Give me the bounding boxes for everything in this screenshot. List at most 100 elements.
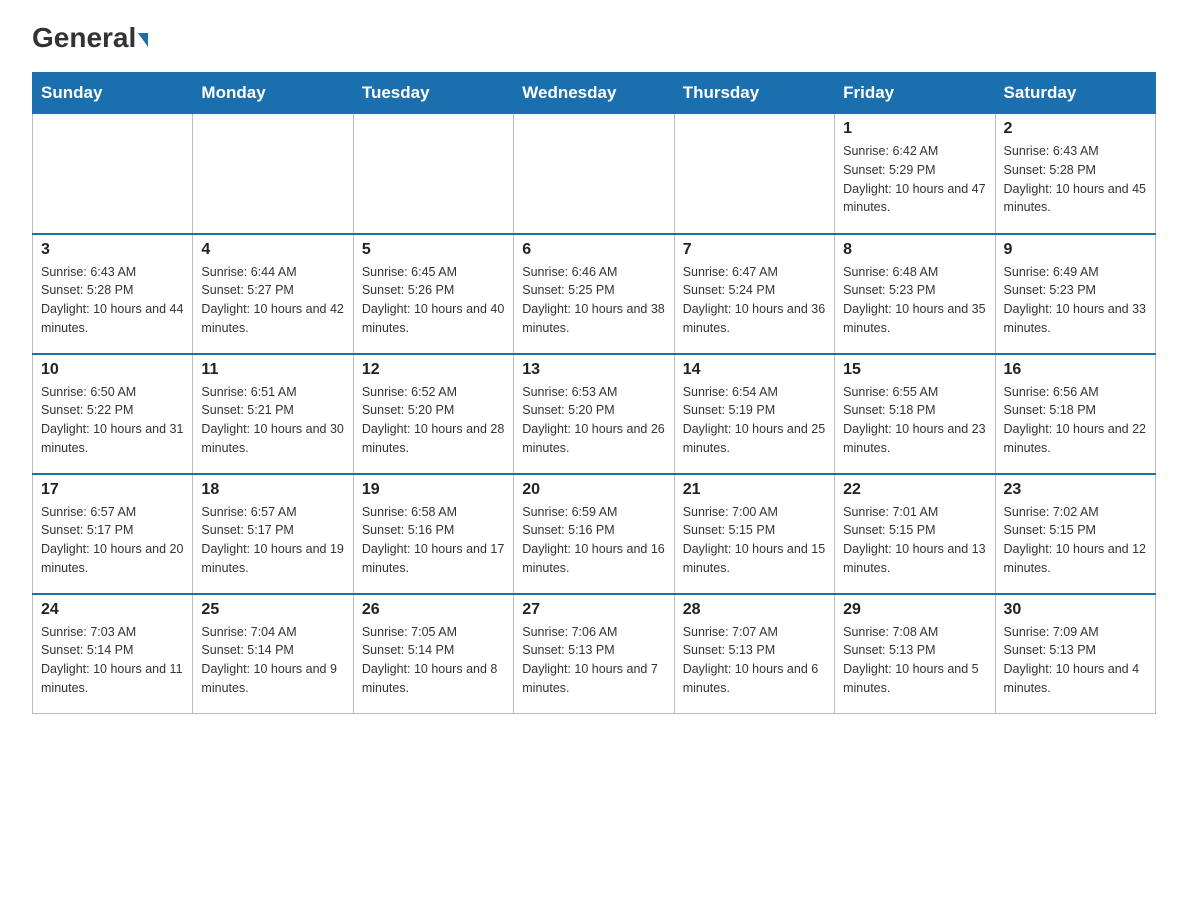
day-number: 22 <box>843 481 986 499</box>
day-info: Sunrise: 6:47 AMSunset: 5:24 PMDaylight:… <box>683 263 826 338</box>
calendar-cell: 18 Sunrise: 6:57 AMSunset: 5:17 PMDayligh… <box>193 474 353 594</box>
calendar-cell: 24 Sunrise: 7:03 AMSunset: 5:14 PMDayligh… <box>33 594 193 714</box>
day-number: 11 <box>201 361 344 379</box>
calendar-cell: 12 Sunrise: 6:52 AMSunset: 5:20 PMDayligh… <box>353 354 513 474</box>
calendar-cell: 28 Sunrise: 7:07 AMSunset: 5:13 PMDayligh… <box>674 594 834 714</box>
calendar-cell <box>353 114 513 234</box>
day-number: 21 <box>683 481 826 499</box>
calendar-cell: 13 Sunrise: 6:53 AMSunset: 5:20 PMDayligh… <box>514 354 674 474</box>
day-info: Sunrise: 6:51 AMSunset: 5:21 PMDaylight:… <box>201 383 344 458</box>
calendar-table: SundayMondayTuesdayWednesdayThursdayFrid… <box>32 72 1156 714</box>
day-number: 7 <box>683 241 826 259</box>
calendar-cell: 16 Sunrise: 6:56 AMSunset: 5:18 PMDayligh… <box>995 354 1155 474</box>
day-info: Sunrise: 7:05 AMSunset: 5:14 PMDaylight:… <box>362 623 505 698</box>
day-number: 9 <box>1004 241 1147 259</box>
day-info: Sunrise: 7:00 AMSunset: 5:15 PMDaylight:… <box>683 503 826 578</box>
calendar-cell: 14 Sunrise: 6:54 AMSunset: 5:19 PMDayligh… <box>674 354 834 474</box>
week-row-4: 17Sunrise: 6:57 AMSunset: 5:17 PMDayligh… <box>33 474 1156 594</box>
day-info: Sunrise: 6:44 AMSunset: 5:27 PMDaylight:… <box>201 263 344 338</box>
day-number: 12 <box>362 361 505 379</box>
day-header-tuesday: Tuesday <box>353 73 513 114</box>
day-header-sunday: Sunday <box>33 73 193 114</box>
calendar-cell: 11 Sunrise: 6:51 AMSunset: 5:21 PMDayligh… <box>193 354 353 474</box>
day-info: Sunrise: 7:08 AMSunset: 5:13 PMDaylight:… <box>843 623 986 698</box>
day-info: Sunrise: 7:04 AMSunset: 5:14 PMDaylight:… <box>201 623 344 698</box>
day-header-friday: Friday <box>835 73 995 114</box>
logo-triangle-icon <box>138 33 148 47</box>
day-info: Sunrise: 6:50 AMSunset: 5:22 PMDaylight:… <box>41 383 184 458</box>
logo-line1: General <box>32 24 148 52</box>
logo: General <box>32 24 148 54</box>
calendar-cell: 30 Sunrise: 7:09 AMSunset: 5:13 PMDayligh… <box>995 594 1155 714</box>
day-number: 4 <box>201 241 344 259</box>
week-row-1: 1 Sunrise: 6:42 AMSunset: 5:29 PMDaylight… <box>33 114 1156 234</box>
day-number: 29 <box>843 601 986 619</box>
day-info: Sunrise: 6:54 AMSunset: 5:19 PMDaylight:… <box>683 383 826 458</box>
day-number: 26 <box>362 601 505 619</box>
header: General <box>32 24 1156 54</box>
day-header-wednesday: Wednesday <box>514 73 674 114</box>
calendar-cell: 2Sunrise: 6:43 AMSunset: 5:28 PMDaylight… <box>995 114 1155 234</box>
day-info: Sunrise: 7:01 AMSunset: 5:15 PMDaylight:… <box>843 503 986 578</box>
calendar-cell: 7 Sunrise: 6:47 AMSunset: 5:24 PMDaylight… <box>674 234 834 354</box>
day-number: 1 <box>843 120 986 138</box>
calendar-cell: 22 Sunrise: 7:01 AMSunset: 5:15 PMDayligh… <box>835 474 995 594</box>
day-info: Sunrise: 7:06 AMSunset: 5:13 PMDaylight:… <box>522 623 665 698</box>
day-number: 24 <box>41 601 184 619</box>
day-info: Sunrise: 6:43 AMSunset: 5:28 PMDaylight:… <box>41 263 184 338</box>
day-info: Sunrise: 6:45 AMSunset: 5:26 PMDaylight:… <box>362 263 505 338</box>
day-info: Sunrise: 7:09 AMSunset: 5:13 PMDaylight:… <box>1004 623 1147 698</box>
day-info: Sunrise: 6:42 AMSunset: 5:29 PMDaylight:… <box>843 142 986 217</box>
calendar-cell <box>674 114 834 234</box>
calendar-cell: 10 Sunrise: 6:50 AMSunset: 5:22 PMDayligh… <box>33 354 193 474</box>
calendar-cell <box>33 114 193 234</box>
day-number: 23 <box>1004 481 1147 499</box>
week-row-5: 24 Sunrise: 7:03 AMSunset: 5:14 PMDayligh… <box>33 594 1156 714</box>
day-number: 3 <box>41 241 184 259</box>
calendar-cell: 23 Sunrise: 7:02 AMSunset: 5:15 PMDayligh… <box>995 474 1155 594</box>
calendar-cell: 4 Sunrise: 6:44 AMSunset: 5:27 PMDaylight… <box>193 234 353 354</box>
calendar-cell: 21 Sunrise: 7:00 AMSunset: 5:15 PMDayligh… <box>674 474 834 594</box>
calendar-cell: 29 Sunrise: 7:08 AMSunset: 5:13 PMDayligh… <box>835 594 995 714</box>
calendar-cell: 5Sunrise: 6:45 AMSunset: 5:26 PMDaylight… <box>353 234 513 354</box>
day-number: 25 <box>201 601 344 619</box>
day-number: 8 <box>843 241 986 259</box>
day-info: Sunrise: 7:07 AMSunset: 5:13 PMDaylight:… <box>683 623 826 698</box>
day-info: Sunrise: 7:02 AMSunset: 5:15 PMDaylight:… <box>1004 503 1147 578</box>
calendar-cell: 8 Sunrise: 6:48 AMSunset: 5:23 PMDaylight… <box>835 234 995 354</box>
calendar-cell: 26 Sunrise: 7:05 AMSunset: 5:14 PMDayligh… <box>353 594 513 714</box>
day-info: Sunrise: 6:58 AMSunset: 5:16 PMDaylight:… <box>362 503 505 578</box>
day-info: Sunrise: 6:49 AMSunset: 5:23 PMDaylight:… <box>1004 263 1147 338</box>
day-number: 6 <box>522 241 665 259</box>
day-info: Sunrise: 6:46 AMSunset: 5:25 PMDaylight:… <box>522 263 665 338</box>
day-info: Sunrise: 6:57 AMSunset: 5:17 PMDaylight:… <box>201 503 344 578</box>
day-info: Sunrise: 7:03 AMSunset: 5:14 PMDaylight:… <box>41 623 184 698</box>
day-info: Sunrise: 6:53 AMSunset: 5:20 PMDaylight:… <box>522 383 665 458</box>
day-info: Sunrise: 6:56 AMSunset: 5:18 PMDaylight:… <box>1004 383 1147 458</box>
calendar-cell: 17Sunrise: 6:57 AMSunset: 5:17 PMDayligh… <box>33 474 193 594</box>
day-info: Sunrise: 6:48 AMSunset: 5:23 PMDaylight:… <box>843 263 986 338</box>
day-number: 19 <box>362 481 505 499</box>
day-number: 27 <box>522 601 665 619</box>
day-number: 15 <box>843 361 986 379</box>
day-number: 14 <box>683 361 826 379</box>
day-info: Sunrise: 6:52 AMSunset: 5:20 PMDaylight:… <box>362 383 505 458</box>
day-info: Sunrise: 6:55 AMSunset: 5:18 PMDaylight:… <box>843 383 986 458</box>
calendar-cell: 25 Sunrise: 7:04 AMSunset: 5:14 PMDayligh… <box>193 594 353 714</box>
day-number: 28 <box>683 601 826 619</box>
calendar-cell <box>514 114 674 234</box>
day-info: Sunrise: 6:57 AMSunset: 5:17 PMDaylight:… <box>41 503 184 578</box>
calendar-cell: 9 Sunrise: 6:49 AMSunset: 5:23 PMDaylight… <box>995 234 1155 354</box>
day-number: 13 <box>522 361 665 379</box>
day-number: 2 <box>1004 120 1147 138</box>
calendar-cell: 3 Sunrise: 6:43 AMSunset: 5:28 PMDaylight… <box>33 234 193 354</box>
calendar-cell: 19 Sunrise: 6:58 AMSunset: 5:16 PMDayligh… <box>353 474 513 594</box>
day-info: Sunrise: 6:59 AMSunset: 5:16 PMDaylight:… <box>522 503 665 578</box>
calendar-cell <box>193 114 353 234</box>
day-number: 18 <box>201 481 344 499</box>
day-number: 30 <box>1004 601 1147 619</box>
calendar-header-row: SundayMondayTuesdayWednesdayThursdayFrid… <box>33 73 1156 114</box>
day-number: 10 <box>41 361 184 379</box>
day-number: 16 <box>1004 361 1147 379</box>
calendar-cell: 1 Sunrise: 6:42 AMSunset: 5:29 PMDaylight… <box>835 114 995 234</box>
